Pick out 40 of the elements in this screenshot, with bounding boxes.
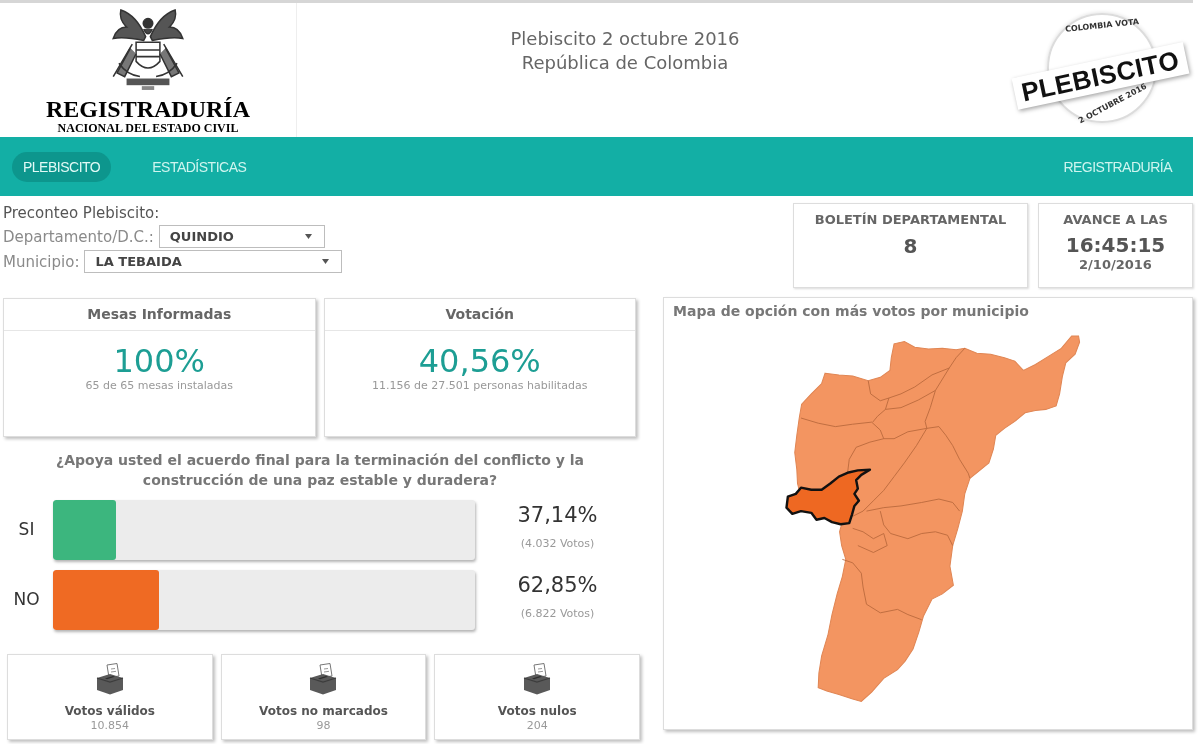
bulletin-label: BOLETÍN DEPARTAMENTAL bbox=[814, 211, 1007, 229]
total-label: Votos nulos bbox=[497, 704, 577, 719]
header-title: República de Colombia bbox=[521, 51, 729, 75]
dropdown[interactable]: LA TEBAIDA bbox=[84, 250, 343, 273]
vote-count: (6.822 Votos) bbox=[520, 607, 595, 621]
nav-link[interactable]: ESTADÍSTICAS bbox=[141, 151, 258, 182]
field-label: Municipio: bbox=[3, 251, 80, 272]
progress-time: 16:45:15 bbox=[1065, 233, 1166, 257]
filter-heading: Preconteo Plebiscito: bbox=[3, 203, 160, 223]
logo-title: REGISTRADURÍA bbox=[45, 96, 250, 122]
total-value: 98 bbox=[316, 719, 331, 733]
total-label: Votos válidos bbox=[64, 704, 155, 719]
total-label: Votos no marcados bbox=[259, 704, 388, 719]
stat-value: 40,56% bbox=[418, 343, 541, 379]
stat-detail: 11.156 de 27.501 personas habilitadas bbox=[372, 379, 588, 393]
header-title: Plebiscito 2 octubre 2016 bbox=[510, 27, 740, 51]
percent-value: 62,85% bbox=[517, 572, 598, 598]
nav-link[interactable]: REGISTRADURÍA bbox=[1052, 151, 1183, 182]
logo-subtitle: NACIONAL DEL ESTADO CIVIL bbox=[57, 122, 239, 135]
total-value: 204 bbox=[526, 719, 548, 733]
progress-date: 2/10/2016 bbox=[1079, 257, 1152, 273]
nav-link[interactable]: PLEBISCITO bbox=[12, 151, 112, 182]
card-title: Votación bbox=[324, 299, 635, 331]
map-title: Mapa de opción con más votos por municipio bbox=[673, 302, 1029, 320]
progress-label: AVANCE A LAS bbox=[1063, 211, 1168, 229]
vote-count: (4.032 Votos) bbox=[520, 537, 595, 551]
caret-icon bbox=[322, 259, 330, 264]
stamp-text: COLOMBIA VOTA bbox=[1064, 17, 1140, 35]
bulletin-number: 8 bbox=[903, 234, 918, 258]
stat-detail: 65 de 65 mesas instaladas bbox=[85, 379, 233, 393]
option-label: NO bbox=[13, 588, 40, 612]
total-value: 10.854 bbox=[90, 719, 130, 733]
caret-icon bbox=[304, 234, 312, 239]
dropdown[interactable]: QUINDIO bbox=[158, 225, 325, 248]
field-label: Departamento/D.C.: bbox=[3, 226, 154, 247]
option-label: SI bbox=[18, 518, 35, 542]
question-text: ¿Apoya usted el acuerdo final para la terminación del conflicto y la construcción de una paz estable y duradera? bbox=[55, 451, 585, 490]
percent-value: 37,14% bbox=[517, 502, 598, 528]
stat-value: 100% bbox=[113, 343, 205, 379]
card-title: Mesas Informadas bbox=[4, 299, 315, 331]
